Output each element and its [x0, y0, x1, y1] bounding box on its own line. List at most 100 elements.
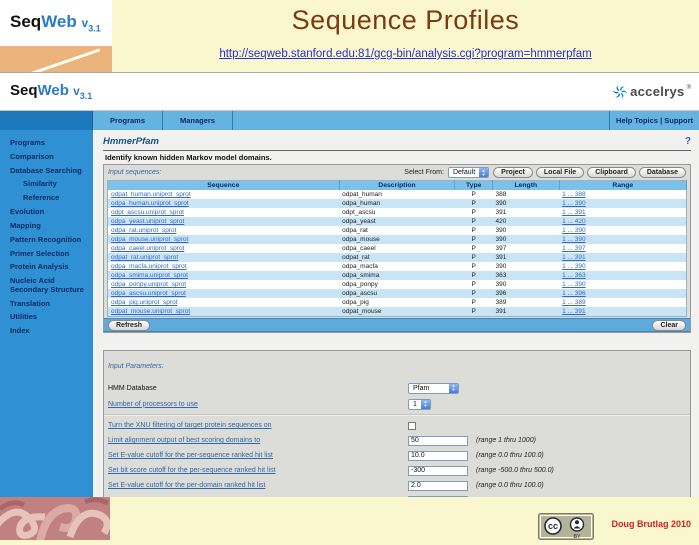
sidebar-item-similarity[interactable]: Similarity: [0, 180, 93, 189]
sequence-link[interactable]: odpat_mouse.uniprot_sprot: [111, 308, 190, 315]
column-header-description[interactable]: Description: [339, 181, 455, 191]
range-link[interactable]: 1 ... 390: [562, 236, 586, 243]
sequence-cell: odpa_human.uniprot_sprot: [108, 199, 340, 208]
database-button[interactable]: Database: [639, 167, 686, 178]
sidebar-item-pattern-recognition[interactable]: Pattern Recognition: [0, 236, 93, 245]
range-link[interactable]: 1 ... 391: [562, 308, 586, 315]
local-file-button[interactable]: Local File: [536, 167, 584, 178]
range-link[interactable]: 1 ... 390: [562, 263, 586, 270]
refresh-button[interactable]: Refresh: [108, 320, 150, 331]
parameter-row: Set bit score cutoff for the per-domain …: [104, 493, 690, 497]
range-link[interactable]: 1 ... 391: [562, 254, 586, 261]
sequence-link[interactable]: odpa_macfa.uniprot_sprot: [111, 263, 187, 270]
nav-left-segment: [0, 111, 93, 130]
description-cell: odpa_ascsu: [339, 289, 455, 298]
clear-button[interactable]: Clear: [652, 320, 686, 331]
range-link[interactable]: 1 ... 388: [562, 191, 586, 198]
help-topics-support-link[interactable]: Help Topics | Support: [609, 111, 699, 130]
sidebar-item-comparison[interactable]: Comparison: [0, 153, 93, 162]
sidebar-item-database-searching[interactable]: Database Searching: [0, 167, 93, 176]
range-cell: 1 ... 390: [559, 280, 686, 289]
range-link[interactable]: 1 ... 420: [562, 218, 586, 225]
project-button[interactable]: Project: [493, 167, 533, 178]
range-link[interactable]: 1 ... 390: [562, 227, 586, 234]
cc-by-license-badge[interactable]: cc BY: [538, 513, 594, 545]
processors-dropdown[interactable]: 1 ▲▼: [408, 399, 431, 410]
range-link[interactable]: 1 ... 397: [562, 245, 586, 252]
input-parameters-label: Input Parameters:: [108, 363, 164, 370]
logo-version: 3.1: [88, 24, 101, 34]
range-link[interactable]: 1 ... 389: [562, 299, 586, 306]
description-cell: odpat_human: [339, 190, 455, 199]
sidebar-item-utilities[interactable]: Utilities: [0, 313, 93, 322]
range-link[interactable]: 1 ... 390: [562, 281, 586, 288]
registered-mark: ®: [687, 85, 691, 91]
sidebar-item-index[interactable]: Index: [0, 327, 93, 336]
sidebar-item-primer-selection[interactable]: Primer Selection: [0, 250, 93, 259]
table-row: odpa_ascsu.uniprot_sprotodpa_ascsuP3961 …: [108, 289, 687, 298]
length-cell: 396: [493, 289, 560, 298]
parameter-value-input[interactable]: [408, 496, 468, 498]
type-text: P: [472, 209, 476, 216]
sequence-link[interactable]: odpa_ascsu.uniprot_sprot: [111, 290, 186, 297]
parameter-label-link[interactable]: Set bit score cutoff for the per-sequenc…: [108, 467, 408, 474]
parameter-label-link[interactable]: Limit alignment output of best scoring d…: [108, 437, 408, 444]
divider: [104, 414, 690, 416]
parameter-value-input[interactable]: [408, 436, 468, 446]
parameter-value-input[interactable]: [408, 466, 468, 476]
sidebar-item-reference[interactable]: Reference: [0, 194, 93, 203]
sequence-link[interactable]: odpa_ponpy.uniprot_sprot: [111, 281, 186, 288]
sidebar-item-evolution[interactable]: Evolution: [0, 208, 93, 217]
tab-managers[interactable]: Managers: [163, 111, 233, 130]
parameter-label-link[interactable]: Turn the XNU filtering of target protein…: [108, 422, 408, 429]
table-row: odpa_caeel.uniprot_sprotodpa_caeelP3971 …: [108, 244, 687, 253]
type-cell: P: [455, 298, 493, 307]
sidebar-item-nucleic-acid-secondary-structure[interactable]: Nucleic Acid Secondary Structure: [0, 277, 93, 294]
sidebar-item-translation[interactable]: Translation: [0, 300, 93, 309]
type-text: P: [472, 254, 476, 261]
description-text: odpt_ascsu: [342, 209, 375, 216]
tab-programs[interactable]: Programs: [93, 111, 163, 130]
logo-v: v: [73, 84, 80, 98]
range-link[interactable]: 1 ... 391: [562, 209, 586, 216]
sequence-cell: odpat_human.uniprot_sprot: [108, 190, 340, 199]
hmm-database-dropdown[interactable]: Pfam ▲▼: [408, 383, 459, 394]
length-cell: 391: [493, 253, 560, 262]
sequence-link[interactable]: odpa_smima.uniprot_sprot: [111, 272, 188, 279]
select-from-dropdown[interactable]: Default ▲▼: [448, 167, 489, 178]
sidebar-item-mapping[interactable]: Mapping: [0, 222, 93, 231]
help-icon[interactable]: ?: [685, 136, 691, 147]
processors-label[interactable]: Number of processors to use: [108, 401, 408, 408]
sequence-link[interactable]: odpa_mouse.uniprot_sprot: [111, 236, 188, 243]
xnu-filter-checkbox[interactable]: [408, 422, 416, 430]
table-row: odpat_mouse.uniprot_sprotodpat_mouseP391…: [108, 307, 687, 317]
table-row: odpa_mouse.uniprot_sprotodpa_mouseP3901 …: [108, 235, 687, 244]
parameter-row: Turn the XNU filtering of target protein…: [104, 418, 690, 433]
sidebar-item-protein-analysis[interactable]: Protein Analysis: [0, 263, 93, 272]
range-link[interactable]: 1 ... 390: [562, 200, 586, 207]
program-url-link[interactable]: http://seqweb.stanford.edu:81/gcg-bin/an…: [219, 48, 591, 60]
length-text: 390: [496, 281, 507, 288]
parameter-label-link[interactable]: Set E-value cutoff for the per-domain ra…: [108, 482, 408, 489]
sidebar-item-programs[interactable]: Programs: [0, 139, 93, 148]
parameter-value-input[interactable]: [408, 451, 468, 461]
sequence-link[interactable]: odpa_caeel.uniprot_sprot: [111, 245, 184, 252]
range-link[interactable]: 1 ... 396: [562, 290, 586, 297]
parameter-label-link[interactable]: Set E-value cutoff for the per-sequence …: [108, 452, 408, 459]
clipboard-button[interactable]: Clipboard: [587, 167, 636, 178]
sequence-link[interactable]: odpt_ascsu.uniprot_sprot: [111, 209, 184, 216]
column-header-sequence[interactable]: Sequence: [108, 181, 340, 191]
sequence-link[interactable]: odpa_yeast.uniprot_sprot: [111, 218, 184, 225]
range-link[interactable]: 1 ... 363: [562, 272, 586, 279]
sequence-link[interactable]: odpa_human.uniprot_sprot: [111, 200, 189, 207]
sequence-link[interactable]: odpa_rat.uniprot_sprot: [111, 227, 176, 234]
sequence-link[interactable]: odpat_rat.uniprot_sprot: [111, 254, 178, 261]
sequence-link[interactable]: odpa_pig.uniprot_sprot: [111, 299, 178, 306]
type-text: P: [472, 308, 476, 315]
description-text: odpa_ascsu: [342, 290, 377, 297]
column-header-type[interactable]: Type: [455, 181, 493, 191]
column-header-range[interactable]: Range: [559, 181, 686, 191]
parameter-value-input[interactable]: [408, 481, 468, 491]
column-header-length[interactable]: Length: [493, 181, 560, 191]
sequence-link[interactable]: odpat_human.uniprot_sprot: [111, 191, 191, 198]
